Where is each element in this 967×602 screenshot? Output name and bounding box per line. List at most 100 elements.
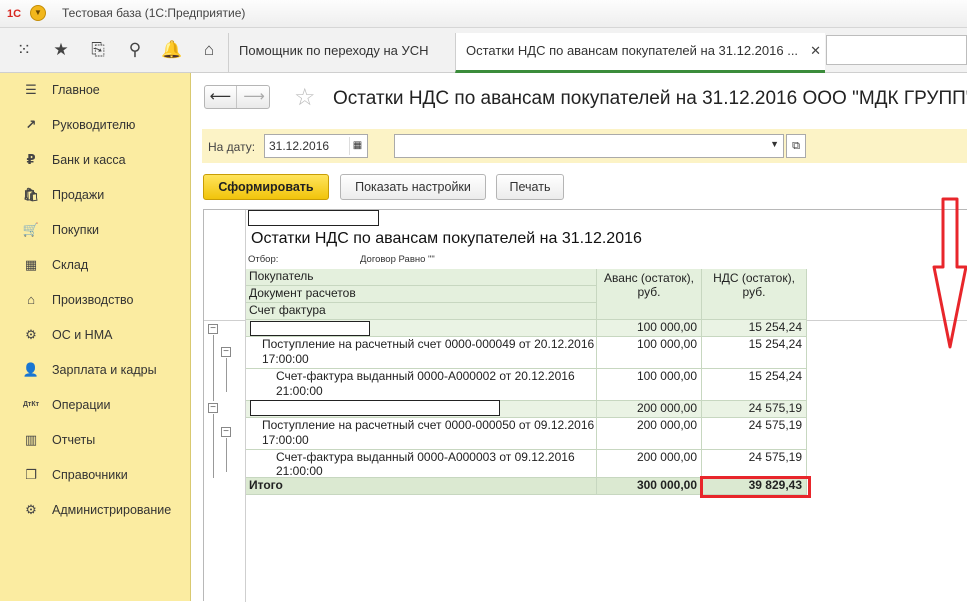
report-spreadsheet[interactable]: Остатки НДС по авансам покупателей на 31… <box>203 209 967 602</box>
open-icon[interactable]: ⧉ <box>786 134 806 158</box>
warehouse-icon: ▦ <box>24 257 38 272</box>
tab-usn-assistant[interactable]: Помощник по переходу на УСН <box>228 33 454 73</box>
sidebar-item-payroll[interactable]: 👤 Зарплата и кадры <box>0 357 190 385</box>
cell-vat: 15 254,24 <box>702 337 807 369</box>
sidebar-item-warehouse[interactable]: ▦ Склад <box>0 252 190 280</box>
settings-icon: ⚙ <box>25 502 37 517</box>
sidebar-item-operations[interactable]: ДтКт Операции <box>0 392 190 420</box>
highlight-box <box>700 476 811 498</box>
page-title: Остатки НДС по авансам покупателей на 31… <box>333 88 967 109</box>
date-input[interactable]: 31.12.2016 ▦ <box>264 134 368 158</box>
cell-vat: 15 254,24 <box>702 320 807 337</box>
sidebar-item-label: Покупки <box>52 223 100 237</box>
person-icon: 👤 <box>22 362 40 377</box>
sidebar-item-catalogs[interactable]: ❐ Справочники <box>0 462 190 490</box>
window-titlebar: 1С ▼ Тестовая база (1С:Предприятие) <box>0 0 967 28</box>
sidebar-item-manager[interactable]: ↗ Руководителю <box>0 112 190 140</box>
sidebar-item-label: Банк и касса <box>52 153 126 167</box>
sidebar-item-reports[interactable]: ▥ Отчеты <box>0 427 190 455</box>
organization-select[interactable]: ▼ <box>394 134 784 158</box>
sidebar-item-main[interactable]: ☰ Главное <box>0 77 190 105</box>
sidebar-item-assets[interactable]: ⚙ ОС и НМА <box>0 322 190 350</box>
forward-arrow-icon[interactable]: ⟶ <box>238 86 270 108</box>
table-row-doc-label: Поступление на расчетный счет 0000-00004… <box>246 337 597 369</box>
collapse-icon[interactable]: − <box>221 427 231 437</box>
collapse-icon[interactable]: − <box>221 347 231 357</box>
tree-line <box>213 414 214 478</box>
collapse-icon[interactable]: − <box>208 403 218 413</box>
cell-advance: 200 000,00 <box>597 450 702 478</box>
calendar-icon[interactable]: ▦ <box>349 137 365 155</box>
redacted-buyer <box>250 400 500 416</box>
cell-advance: 100 000,00 <box>597 337 702 369</box>
table-row-invoice-label: Счет-фактура выданный 0000-А000002 от 20… <box>246 369 597 401</box>
sidebar-item-label: Операции <box>52 398 111 412</box>
header-vat: НДС (остаток), руб. <box>702 269 807 320</box>
sidebar-item-label: Производство <box>52 293 134 307</box>
sidebar-item-label: Руководителю <box>52 118 136 132</box>
chevron-down-icon[interactable]: ▼ <box>770 139 779 149</box>
sidebar-item-purchases[interactable]: 🛒 Покупки <box>0 217 190 245</box>
shopping-bag-icon: 🛍 <box>22 187 40 202</box>
window-title: Тестовая база (1С:Предприятие) <box>62 6 246 20</box>
sidebar-item-label: Отчеты <box>52 433 96 447</box>
tab-vat-report[interactable]: Остатки НДС по авансам покупателей на 31… <box>455 33 825 73</box>
sidebar-item-sales[interactable]: 🛍 Продажи <box>0 182 190 210</box>
collapse-icon[interactable]: − <box>208 324 218 334</box>
filter-bar: На дату: 31.12.2016 ▦ ▼ ⧉ <box>202 129 967 163</box>
apps-grid-icon[interactable]: ⁙ <box>13 39 35 61</box>
table-row-doc-label: Поступление на расчетный счет 0000-00005… <box>246 418 597 450</box>
red-arrow-annotation <box>932 197 967 349</box>
header-doc: Документ расчетов <box>246 286 597 303</box>
close-icon[interactable]: ✕ <box>810 33 821 69</box>
search-icon[interactable]: ⚲ <box>124 39 146 61</box>
print-button[interactable]: Печать <box>496 174 564 200</box>
sidebar-item-label: Склад <box>52 258 89 272</box>
home-icon[interactable]: ⌂ <box>198 39 220 61</box>
history-icon[interactable]: ⎘ <box>87 39 109 61</box>
header-buyer: Покупатель <box>246 269 597 286</box>
filter-label: Отбор: <box>248 254 279 265</box>
tab-label: Помощник по переходу на УСН <box>239 43 429 58</box>
gear-icon: ⚙ <box>25 327 37 342</box>
back-arrow-icon[interactable]: ⟵ <box>205 86 237 108</box>
main-menu-dropdown-icon[interactable]: ▼ <box>30 5 46 21</box>
cell-advance: 200 000,00 <box>597 401 702 418</box>
notifications-bell-icon[interactable]: 🔔 <box>161 39 183 61</box>
favorites-star-icon[interactable]: ★ <box>50 39 72 61</box>
date-label: На дату: <box>208 140 256 154</box>
show-settings-button[interactable]: Показать настройки <box>340 174 486 200</box>
cart-icon: 🛒 <box>22 222 40 237</box>
total-label: Итого <box>246 478 597 495</box>
filter-value: Договор Равно "" <box>360 254 435 265</box>
sidebar-item-label: ОС и НМА <box>52 328 113 342</box>
sidebar-item-bank[interactable]: ₽ Банк и касса <box>0 147 190 175</box>
sidebar-item-label: Продажи <box>52 188 105 202</box>
report-title: Остатки НДС по авансам покупателей на 31… <box>251 230 642 247</box>
cell-vat: 15 254,24 <box>702 369 807 401</box>
redacted-buyer <box>250 321 370 336</box>
sidebar-item-production[interactable]: ⌂ Производство <box>0 287 190 315</box>
generate-button[interactable]: Сформировать <box>203 174 329 200</box>
favorite-star-icon[interactable]: ☆ <box>294 83 316 112</box>
sidebar-item-label: Зарплата и кадры <box>52 363 157 377</box>
sidebar: ☰ Главное ↗ Руководителю ₽ Банк и касса … <box>0 73 191 601</box>
sidebar-item-admin[interactable]: ⚙ Администрирование <box>0 497 190 525</box>
cell-advance: 100 000,00 <box>597 320 702 337</box>
tree-line <box>226 438 227 472</box>
debit-credit-icon: ДтКт <box>22 401 40 408</box>
table-row-invoice-label: Счет-фактура выданный 0000-А000003 от 09… <box>246 450 597 478</box>
app-logo: 1С <box>6 8 22 20</box>
tab-label: Остатки НДС по авансам покупателей на 31… <box>466 43 799 58</box>
cell-vat: 24 575,19 <box>702 450 807 478</box>
menu-lines-icon: ☰ <box>25 82 37 97</box>
nav-buttons: ⟵ ⟶ <box>204 85 270 109</box>
sidebar-item-label: Администрирование <box>52 503 172 517</box>
date-value: 31.12.2016 <box>269 139 330 153</box>
content-area: ⟵ ⟶ ☆ Остатки НДС по авансам покупателей… <box>192 73 967 602</box>
bar-chart-icon: ▥ <box>24 432 38 447</box>
cell-advance: 100 000,00 <box>597 369 702 401</box>
total-advance: 300 000,00 <box>597 478 702 495</box>
trend-icon: ↗ <box>25 117 37 132</box>
global-search-input[interactable] <box>826 35 967 65</box>
